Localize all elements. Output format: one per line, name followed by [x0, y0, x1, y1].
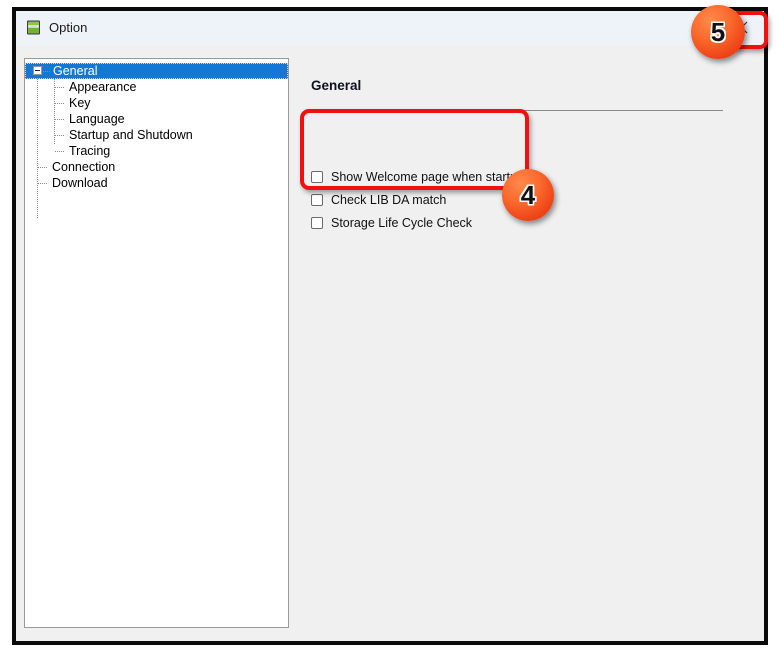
- tree-item-label: Language: [69, 112, 125, 126]
- application-icon: [25, 19, 42, 36]
- tree-item-label: Tracing: [69, 144, 111, 158]
- option-show-welcome-page[interactable]: Show Welcome page when startup: [311, 168, 524, 186]
- tree-item-label: General: [53, 64, 98, 78]
- tree-item-tracing[interactable]: Tracing: [25, 143, 288, 159]
- tree-item-download[interactable]: Download: [25, 175, 288, 191]
- checkbox-storage-life-cycle-check[interactable]: [311, 217, 323, 229]
- close-icon: [735, 21, 747, 34]
- option-label: Check LIB DA match: [331, 193, 447, 207]
- tree-item-label: Appearance: [69, 80, 137, 94]
- option-check-lib-da-match[interactable]: Check LIB DA match: [311, 191, 446, 209]
- page-title: General: [311, 78, 362, 93]
- expander-collapse-icon[interactable]: [33, 66, 42, 75]
- settings-tree[interactable]: General Appearance Key Language Startup …: [24, 58, 289, 628]
- tree-item-language[interactable]: Language: [25, 111, 288, 127]
- checkbox-check-lib-da-match[interactable]: [311, 194, 323, 206]
- tree-item-label: Connection: [52, 160, 116, 174]
- tree-item-label: Download: [52, 176, 108, 190]
- option-storage-life-cycle-check[interactable]: Storage Life Cycle Check: [311, 214, 472, 232]
- tree-item-label: Key: [69, 96, 91, 110]
- tree-item-startup-and-shutdown[interactable]: Startup and Shutdown: [25, 127, 288, 143]
- close-button[interactable]: [718, 11, 764, 44]
- checkbox-show-welcome-page[interactable]: [311, 171, 323, 183]
- title-bar: Option: [16, 11, 764, 45]
- screenshot-root: Option General Appearance Key Language S…: [0, 0, 780, 658]
- option-label: Storage Life Cycle Check: [331, 216, 473, 230]
- settings-pane: General Show Welcome page when startup C…: [289, 58, 756, 628]
- title-separator: [311, 110, 723, 111]
- dialog-body: General Appearance Key Language Startup …: [16, 45, 764, 641]
- tree-item-label: Startup and Shutdown: [69, 128, 193, 142]
- tree-item-connection[interactable]: Connection: [25, 159, 288, 175]
- option-dialog: Option General Appearance Key Language S…: [16, 11, 764, 641]
- tree-item-general[interactable]: General: [25, 63, 288, 79]
- tree-item-key[interactable]: Key: [25, 95, 288, 111]
- tree-item-appearance[interactable]: Appearance: [25, 79, 288, 95]
- window-title: Option: [49, 20, 88, 35]
- option-label: Show Welcome page when startup: [331, 170, 524, 184]
